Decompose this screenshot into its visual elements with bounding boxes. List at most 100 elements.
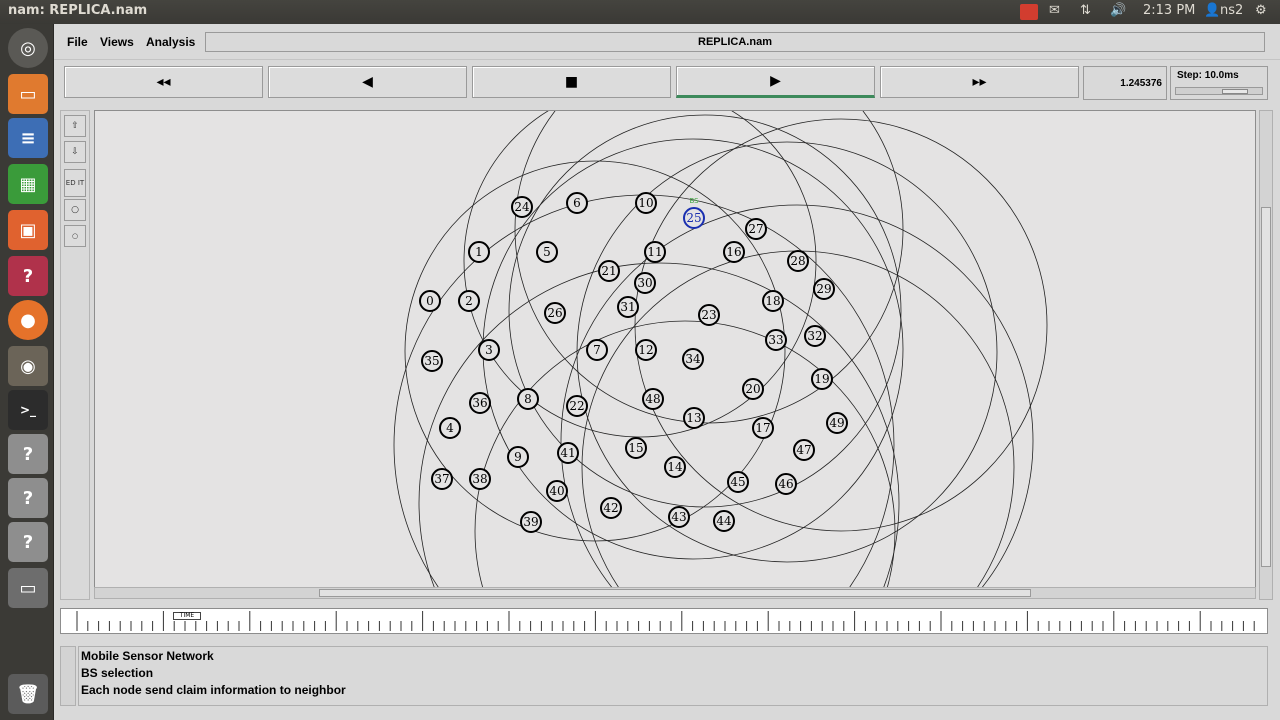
node-0[interactable]: 0 (419, 290, 441, 312)
user-name[interactable]: ns2 (1220, 3, 1243, 18)
node-29[interactable]: 29 (813, 278, 835, 300)
user-icon[interactable]: 👤 (1204, 3, 1220, 18)
node-4[interactable]: 4 (439, 417, 461, 439)
horizontal-scrollbar[interactable] (94, 587, 1256, 599)
node-9[interactable]: 9 (507, 446, 529, 468)
node-28[interactable]: 28 (787, 250, 809, 272)
node-23[interactable]: 23 (698, 304, 720, 326)
unknown-app-icon[interactable]: ? (8, 522, 48, 562)
node-17[interactable]: 17 (752, 417, 774, 439)
node-8[interactable]: 8 (517, 388, 539, 410)
play-button[interactable]: ▶ (676, 66, 875, 98)
node-19[interactable]: 19 (811, 368, 833, 390)
small-node-icon[interactable]: ○ (64, 225, 86, 247)
node-31[interactable]: 31 (617, 296, 639, 318)
network-canvas[interactable]: 0 1 2 3 4 5 6 7 8 9 10 11 12 13 14 15 16 17 18 19 20 21 22 23 24… (94, 110, 1256, 588)
node-20[interactable]: 20 (742, 378, 764, 400)
stop-button[interactable]: ■ (472, 66, 671, 98)
node-6[interactable]: 6 (566, 192, 588, 214)
node-5[interactable]: 5 (536, 241, 558, 263)
files-icon[interactable]: ▭ (8, 74, 48, 114)
node-10[interactable]: 10 (635, 192, 657, 214)
record-icon[interactable] (1020, 4, 1038, 20)
node-39[interactable]: 39 (520, 511, 542, 533)
software-center-icon[interactable]: ▣ (8, 210, 48, 250)
node-18[interactable]: 18 (762, 290, 784, 312)
node-43[interactable]: 43 (668, 506, 690, 528)
terminal-icon[interactable]: >_ (8, 390, 48, 430)
dash-icon[interactable]: ◎ (8, 28, 48, 68)
node-32[interactable]: 32 (804, 325, 826, 347)
node-21[interactable]: 21 (598, 260, 620, 282)
mail-icon[interactable]: ✉ (1049, 3, 1060, 18)
node-25[interactable]: 25 (683, 207, 705, 229)
node-16[interactable]: 16 (723, 241, 745, 263)
back-button[interactable]: ◀ (268, 66, 467, 98)
workspace-icon[interactable]: ▭ (8, 568, 48, 608)
node-33[interactable]: 33 (765, 329, 787, 351)
menu-views[interactable]: Views (100, 35, 134, 49)
unknown-app-icon[interactable]: ? (8, 434, 48, 474)
node-26[interactable]: 26 (544, 302, 566, 324)
large-node-icon[interactable]: ○ (64, 199, 86, 221)
volume-icon[interactable]: 🔊 (1110, 3, 1126, 18)
node-2[interactable]: 2 (458, 290, 480, 312)
writer-icon[interactable]: ≡ (8, 118, 48, 158)
clock[interactable]: 2:13 PM (1143, 3, 1195, 18)
node-35[interactable]: 35 (421, 350, 443, 372)
node-49[interactable]: 49 (826, 412, 848, 434)
node-1[interactable]: 1 (468, 241, 490, 263)
network-icon[interactable]: ⇅ (1080, 3, 1091, 18)
node-38[interactable]: 38 (469, 468, 491, 490)
node-label: 4 (446, 421, 454, 435)
vertical-scrollbar[interactable] (1259, 110, 1273, 600)
node-12[interactable]: 12 (635, 339, 657, 361)
node-48[interactable]: 48 (642, 388, 664, 410)
node-40[interactable]: 40 (546, 480, 568, 502)
node-44[interactable]: 44 (713, 510, 735, 532)
fast-forward-button[interactable]: ▸▸ (880, 66, 1079, 98)
node-15[interactable]: 15 (625, 437, 647, 459)
node-13[interactable]: 13 (683, 407, 705, 429)
annotation-scrollbar[interactable] (60, 646, 76, 706)
menu-file[interactable]: File (67, 35, 88, 49)
node-45[interactable]: 45 (727, 471, 749, 493)
help-icon[interactable]: ? (8, 256, 48, 296)
trash-icon[interactable]: 🗑 (8, 674, 48, 714)
menu-analysis[interactable]: Analysis (146, 35, 195, 49)
node-label: 41 (560, 446, 575, 460)
gimp-icon[interactable]: ◉ (8, 346, 48, 386)
calc-icon[interactable]: ▦ (8, 164, 48, 204)
edit-button[interactable]: ED IT (64, 169, 86, 197)
zoom-in-icon[interactable]: ⇧ (64, 115, 86, 137)
zoom-out-icon[interactable]: ⇩ (64, 141, 86, 163)
unknown-app-icon[interactable]: ? (8, 478, 48, 518)
node-42[interactable]: 42 (600, 497, 622, 519)
gear-icon[interactable]: ⚙ (1255, 3, 1267, 18)
vertical-scroll-thumb[interactable] (1261, 207, 1271, 567)
node-37[interactable]: 37 (431, 468, 453, 490)
node-7[interactable]: 7 (586, 339, 608, 361)
node-14[interactable]: 14 (664, 456, 686, 478)
node-3[interactable]: 3 (478, 339, 500, 361)
node-47[interactable]: 47 (793, 439, 815, 461)
horizontal-scroll-thumb[interactable] (319, 589, 1031, 597)
network-svg[interactable]: 0123456789101112131415161718192021222324… (95, 111, 1256, 588)
rewind-button[interactable]: ◂◂ (64, 66, 263, 98)
firefox-icon[interactable]: ● (8, 300, 48, 340)
node-27[interactable]: 27 (745, 218, 767, 240)
node-46[interactable]: 46 (775, 473, 797, 495)
node-36[interactable]: 36 (469, 392, 491, 414)
node-label: 49 (829, 416, 844, 430)
node-34[interactable]: 34 (682, 348, 704, 370)
node-30[interactable]: 30 (634, 272, 656, 294)
node-11[interactable]: 11 (644, 241, 666, 263)
step-slider-thumb[interactable] (1222, 89, 1248, 94)
timeline-slider[interactable]: TIME (60, 608, 1268, 634)
annotation-line: Each node send claim information to neig… (81, 683, 346, 697)
node-24[interactable]: 24 (511, 196, 533, 218)
time-marker[interactable]: TIME (173, 612, 201, 620)
node-22[interactable]: 22 (566, 395, 588, 417)
node-41[interactable]: 41 (557, 442, 579, 464)
step-slider[interactable] (1175, 87, 1263, 95)
